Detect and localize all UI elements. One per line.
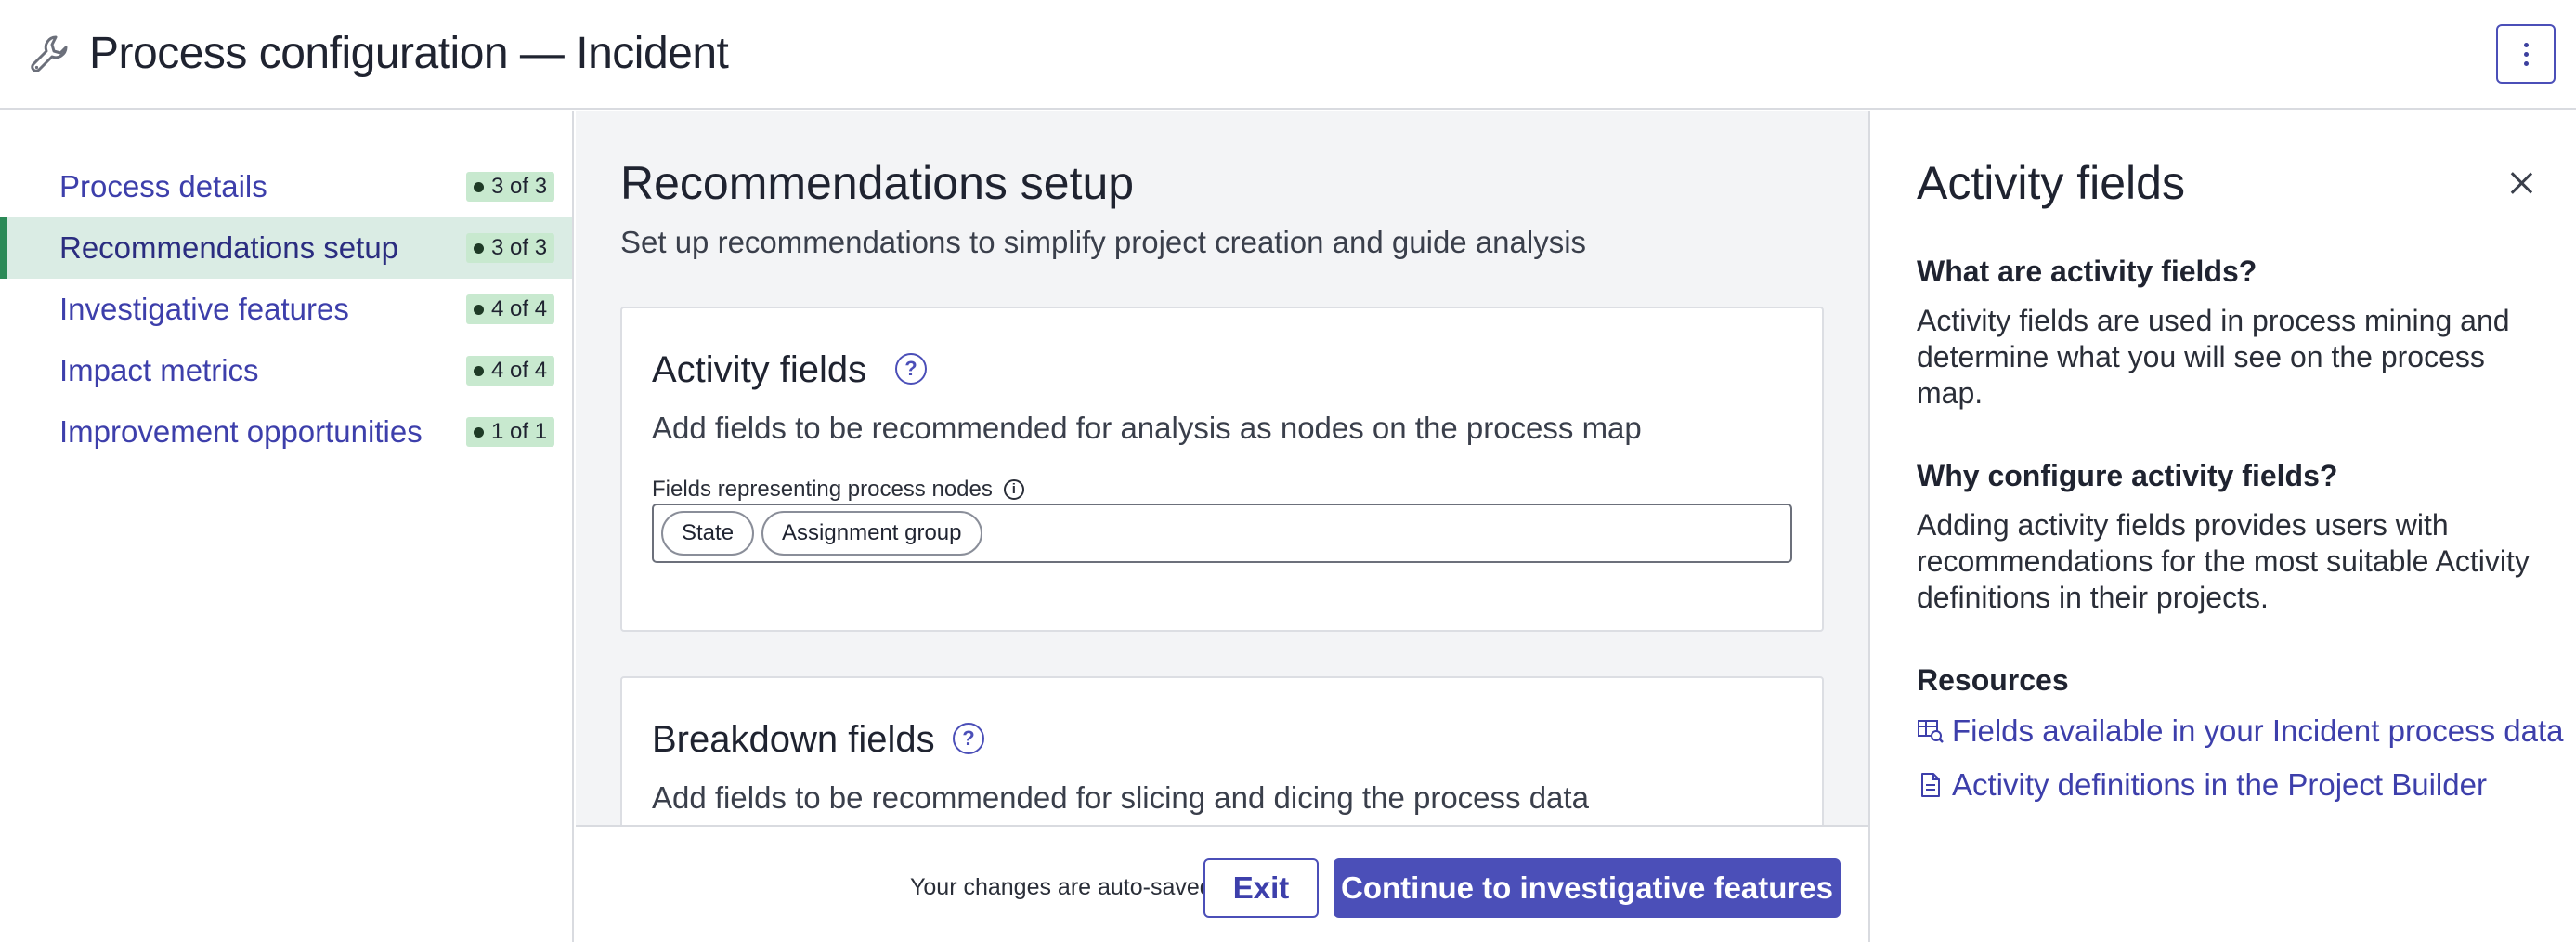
badge-text: 4 of 4: [491, 358, 548, 383]
panel-title: Activity fields: [1917, 157, 2185, 209]
field-label: Fields representing process nodes i: [652, 474, 1024, 505]
status-badge: 3 of 3: [466, 233, 555, 263]
help-icon[interactable]: ?: [953, 723, 984, 754]
status-badge: 1 of 1: [466, 417, 555, 447]
badge-text: 4 of 4: [491, 296, 548, 321]
card-title: Breakdown fields: [652, 719, 935, 760]
sidebar-item-label: Investigative features: [59, 292, 349, 326]
status-dot-icon: [474, 365, 484, 376]
resources-heading: Resources: [1917, 663, 2069, 697]
exit-button[interactable]: Exit: [1203, 858, 1319, 918]
card-description: Add fields to be recommended for analysi…: [652, 411, 1642, 445]
badge-text: 3 of 3: [491, 174, 548, 199]
sidebar-item-label: Impact metrics: [59, 353, 259, 387]
resource-link-label: Fields available in your Incident proces…: [1952, 713, 2564, 748]
continue-button[interactable]: Continue to investigative features: [1334, 858, 1841, 918]
status-badge: 3 of 3: [466, 172, 555, 202]
sidebar-item-process-details[interactable]: Process details 3 of 3: [0, 156, 572, 217]
field-label-text: Fields representing process nodes: [652, 477, 993, 502]
sidebar-item-investigative-features[interactable]: Investigative features 4 of 4: [0, 279, 572, 340]
chip-assignment-group[interactable]: Assignment group: [761, 511, 982, 556]
close-icon[interactable]: [2507, 169, 2535, 197]
page-header: Process configuration — Incident: [0, 0, 2576, 110]
chip-state[interactable]: State: [661, 511, 755, 556]
activity-fields-card: Activity fields ? Add fields to be recom…: [620, 307, 1824, 632]
panel-answer-2: Adding activity fields provides users wi…: [1917, 508, 2530, 614]
sidebar-item-impact-metrics[interactable]: Impact metrics 4 of 4: [0, 340, 572, 401]
help-panel: Activity fields What are activity fields…: [1868, 111, 2576, 942]
badge-text: 3 of 3: [491, 235, 548, 260]
sidebar-nav: Process details 3 of 3 Recommendations s…: [0, 111, 574, 942]
status-badge: 4 of 4: [466, 294, 555, 324]
status-dot-icon: [474, 304, 484, 315]
main-content: Recommendations setup Set up recommendat…: [576, 111, 1868, 942]
footer-bar: Your changes are auto-saved Exit Continu…: [576, 825, 1868, 942]
resource-link-activity-definitions[interactable]: Activity definitions in the Project Buil…: [1917, 764, 2487, 806]
resource-link-fields[interactable]: Fields available in your Incident proces…: [1917, 710, 2564, 752]
sidebar-item-label: Recommendations setup: [59, 230, 399, 265]
more-options-button[interactable]: [2496, 24, 2556, 84]
wrench-icon: [31, 35, 68, 72]
page-title: Process configuration — Incident: [89, 29, 729, 78]
sidebar-item-label: Improvement opportunities: [59, 414, 423, 449]
status-dot-icon: [474, 426, 484, 438]
section-title: Recommendations setup: [620, 157, 1135, 209]
sidebar-item-recommendations-setup[interactable]: Recommendations setup 3 of 3: [0, 217, 572, 279]
sidebar-item-label: Process details: [59, 169, 267, 203]
badge-text: 1 of 1: [491, 419, 548, 444]
status-dot-icon: [474, 242, 484, 254]
status-dot-icon: [474, 181, 484, 192]
sidebar-item-improvement-opportunities[interactable]: Improvement opportunities 1 of 1: [0, 401, 572, 463]
card-title: Activity fields: [652, 349, 867, 390]
table-search-icon: [1918, 720, 1944, 743]
panel-question-2: Why configure activity fields?: [1917, 459, 2338, 492]
panel-question-1: What are activity fields?: [1917, 255, 2257, 288]
resource-link-label: Activity definitions in the Project Buil…: [1952, 767, 2487, 802]
process-nodes-tag-input[interactable]: State Assignment group: [652, 504, 1792, 563]
more-vertical-icon: [2523, 42, 2529, 66]
section-subtitle: Set up recommendations to simplify proje…: [620, 225, 1587, 259]
panel-answer-1: Activity fields are used in process mini…: [1917, 304, 2510, 410]
help-icon[interactable]: ?: [895, 353, 927, 385]
info-icon[interactable]: i: [1003, 479, 1024, 500]
autosave-status: Your changes are auto-saved: [910, 874, 1213, 900]
card-description: Add fields to be recommended for slicing…: [652, 780, 1589, 815]
document-icon: [1921, 773, 1940, 797]
status-badge: 4 of 4: [466, 356, 555, 386]
